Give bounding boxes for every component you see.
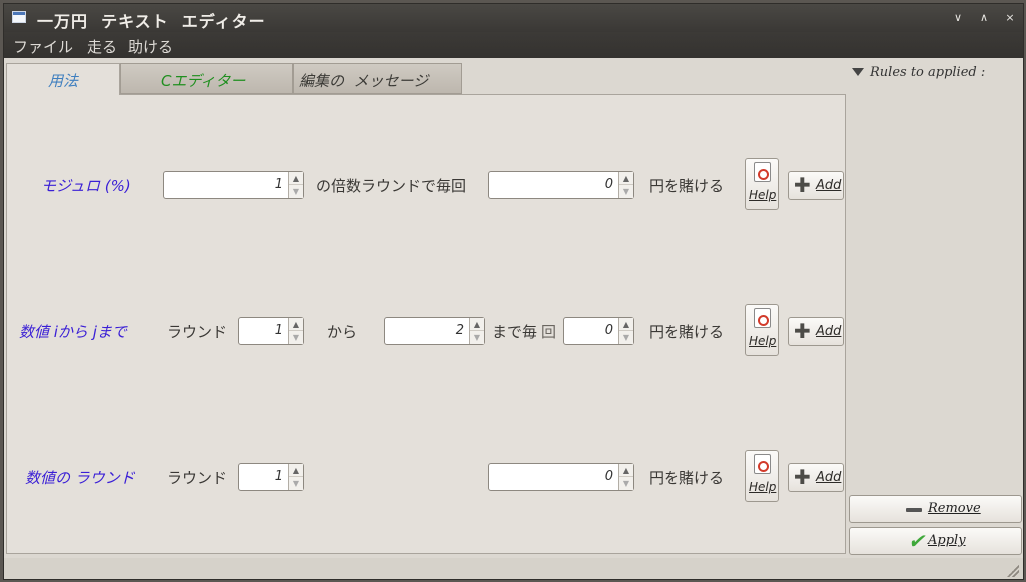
spinner-arrows: ▲ ▼	[618, 464, 633, 490]
bet-yen-text: 円を賭ける	[649, 469, 725, 487]
spin-up-icon[interactable]: ▲	[289, 172, 303, 185]
bet-yen-text: 円を賭ける	[649, 323, 725, 341]
add-label: Add	[816, 470, 842, 485]
menu-file[interactable]: ファイル	[13, 36, 73, 57]
add-button[interactable]: ✚ Add	[788, 317, 844, 346]
help-label: Help	[749, 334, 777, 348]
app-window: 一万円 テキスト エディター ∨ ∧ × ファイル 走る 助ける 用法 Cエディ…	[3, 3, 1024, 580]
round-bet-spinner[interactable]: 0 ▲ ▼	[488, 463, 634, 491]
help-document-icon	[754, 308, 771, 328]
modulo-bet-spinner[interactable]: 0 ▲ ▼	[488, 171, 634, 199]
remove-button[interactable]: Remove	[849, 495, 1022, 523]
help-button[interactable]: Help	[745, 450, 779, 502]
round-number-spinner[interactable]: 1 ▲ ▼	[238, 463, 304, 491]
range-bet-spinner[interactable]: 0 ▲ ▼	[563, 317, 634, 345]
plus-icon: ✚	[794, 319, 811, 343]
times-text: 回	[541, 323, 557, 341]
until-every-text: まで毎	[492, 323, 538, 341]
help-label: Help	[749, 188, 777, 202]
minimize-button[interactable]: ∨	[949, 9, 967, 26]
tab-edit-messages[interactable]: 編集の メッセージ	[293, 63, 462, 94]
spinner-value: 2	[455, 323, 464, 338]
remove-label: Remove	[928, 501, 981, 516]
from-text: から	[327, 323, 358, 341]
spin-up-icon[interactable]: ▲	[619, 172, 633, 185]
add-label: Add	[816, 178, 842, 193]
menu-bar: ファイル 走る 助ける	[4, 32, 1023, 58]
range-start-spinner[interactable]: 1 ▲ ▼	[238, 317, 304, 345]
spinner-arrows: ▲ ▼	[469, 318, 484, 344]
usage-panel: モジュロ (%) 1 ▲ ▼ の倍数ラウンドで毎回 0 ▲ ▼ 円を賭ける He…	[6, 94, 846, 554]
spin-down-icon[interactable]: ▼	[289, 477, 303, 490]
spinner-arrows: ▲ ▼	[618, 318, 633, 344]
spin-up-icon[interactable]: ▲	[470, 318, 484, 331]
menu-run[interactable]: 走る	[87, 36, 117, 57]
modulo-value-spinner[interactable]: 1 ▲ ▼	[163, 171, 304, 199]
spin-down-icon[interactable]: ▼	[619, 477, 633, 490]
help-button[interactable]: Help	[745, 304, 779, 356]
add-button[interactable]: ✚ Add	[788, 463, 844, 492]
title-bar[interactable]: 一万円 テキスト エディター ∨ ∧ ×	[4, 4, 1023, 32]
tab-usage[interactable]: 用法	[6, 63, 120, 95]
spin-down-icon[interactable]: ▼	[470, 331, 484, 344]
rules-header[interactable]: Rules to applied :	[870, 65, 985, 80]
round-text: ラウンド	[167, 323, 228, 341]
help-document-icon	[754, 162, 771, 182]
plus-icon: ✚	[794, 465, 811, 489]
help-button[interactable]: Help	[745, 158, 779, 210]
spin-up-icon[interactable]: ▲	[289, 464, 303, 477]
apply-label: Apply	[928, 533, 966, 548]
window-title: 一万円 テキスト エディター	[37, 12, 266, 31]
add-button[interactable]: ✚ Add	[788, 171, 844, 200]
resize-grip-icon[interactable]	[1007, 565, 1019, 577]
status-bar	[4, 558, 1023, 579]
modulo-label: モジュロ (%)	[41, 177, 131, 195]
maximize-button[interactable]: ∧	[975, 9, 993, 26]
spinner-arrows: ▲ ▼	[288, 464, 303, 490]
add-label: Add	[816, 324, 842, 339]
spinner-value: 0	[604, 177, 613, 192]
spin-down-icon[interactable]: ▼	[619, 331, 633, 344]
multiple-round-text: の倍数ラウンドで毎回	[316, 177, 467, 195]
tab-c-editor[interactable]: Cエディター	[120, 63, 293, 94]
spin-down-icon[interactable]: ▼	[289, 331, 303, 344]
spin-up-icon[interactable]: ▲	[619, 318, 633, 331]
spin-down-icon[interactable]: ▼	[619, 185, 633, 198]
spin-down-icon[interactable]: ▼	[289, 185, 303, 198]
spinner-arrows: ▲ ▼	[288, 172, 303, 198]
spinner-value: 1	[274, 469, 283, 484]
minus-icon	[906, 508, 922, 512]
spinner-value: 0	[604, 323, 613, 338]
spinner-value: 1	[274, 177, 283, 192]
menu-help[interactable]: 助ける	[128, 36, 173, 57]
main-content: 用法 Cエディター 編集の メッセージ モジュロ (%) 1 ▲ ▼ の倍数ラウ…	[4, 58, 1023, 579]
spinner-arrows: ▲ ▼	[618, 172, 633, 198]
spinner-value: 1	[274, 323, 283, 338]
spinner-value: 0	[604, 469, 613, 484]
plus-icon: ✚	[794, 173, 811, 197]
close-button[interactable]: ×	[1001, 9, 1019, 26]
range-label: 数値 iから jまで	[19, 323, 127, 341]
help-label: Help	[749, 480, 777, 494]
apply-button[interactable]: ✔ Apply	[849, 527, 1022, 555]
app-window-icon	[12, 11, 26, 23]
numeric-round-label: 数値の ラウンド	[25, 469, 135, 487]
bet-yen-text: 円を賭ける	[649, 177, 725, 195]
range-end-spinner[interactable]: 2 ▲ ▼	[384, 317, 485, 345]
expander-triangle-icon[interactable]	[852, 68, 864, 76]
round-text: ラウンド	[167, 469, 228, 487]
spinner-arrows: ▲ ▼	[288, 318, 303, 344]
checkmark-icon: ✔	[908, 529, 925, 553]
help-document-icon	[754, 454, 771, 474]
spin-up-icon[interactable]: ▲	[619, 464, 633, 477]
spin-up-icon[interactable]: ▲	[289, 318, 303, 331]
